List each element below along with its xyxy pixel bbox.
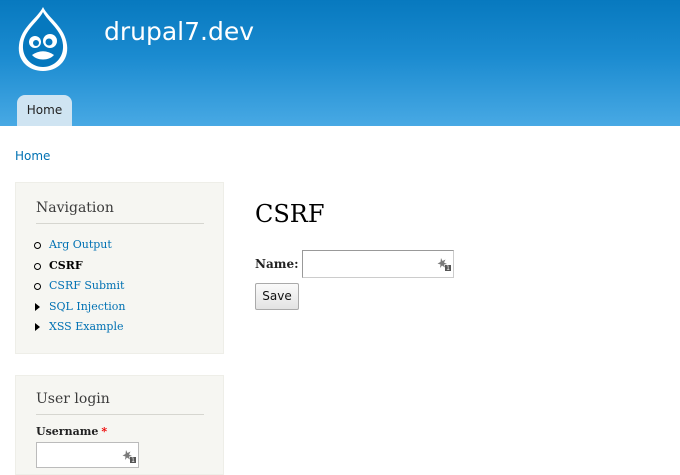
navigation-title: Navigation [36,198,204,224]
name-field-label: Name: [255,257,299,271]
nav-item-sql-injection[interactable]: SQL Injection [33,297,126,318]
username-label-text: Username [36,425,99,438]
nav-item-csrf[interactable]: CSRF [33,256,126,277]
site-name[interactable]: drupal7.dev [104,16,254,48]
navigation-menu: Arg Output CSRF CSRF Submit SQL Injectio… [33,235,126,338]
navigation-block: Navigation Arg Output CSRF CSRF Submit S… [15,182,224,354]
svg-text:1: 1 [131,457,135,463]
drupal-drop-logo-icon[interactable] [13,5,73,73]
save-button[interactable]: Save [255,283,299,310]
svg-text:1: 1 [446,265,450,271]
required-marker: * [101,425,108,438]
nav-item-label: XSS Example [49,320,124,333]
user-login-title: User login [36,389,204,415]
nav-item-xss-example[interactable]: XSS Example [33,317,126,338]
nav-item-arg-output[interactable]: Arg Output [33,235,126,256]
nav-item-csrf-submit[interactable]: CSRF Submit [33,276,126,297]
password-manager-key-icon[interactable]: 1 [437,257,451,271]
circle-bullet-icon [34,262,41,270]
nav-item-label: CSRF Submit [49,279,125,292]
nav-item-label: SQL Injection [49,299,126,313]
nav-item-label: Arg Output [49,238,112,251]
circle-bullet-icon [34,283,41,290]
site-header: drupal7.dev Home [0,0,680,126]
user-login-block: User login Username * 1 [15,375,224,475]
nav-item-label: CSRF [49,258,83,272]
circle-bullet-icon [34,242,41,249]
breadcrumb-home-link[interactable]: Home [15,148,50,164]
password-manager-key-icon[interactable]: 1 [122,449,136,463]
username-input[interactable]: 1 [36,442,139,468]
name-input[interactable]: 1 [302,250,454,278]
page-title: CSRF [255,200,325,228]
collapsed-triangle-icon [35,323,40,331]
tab-home[interactable]: Home [17,95,72,126]
username-label: Username * [36,425,107,438]
collapsed-triangle-icon [35,302,40,311]
